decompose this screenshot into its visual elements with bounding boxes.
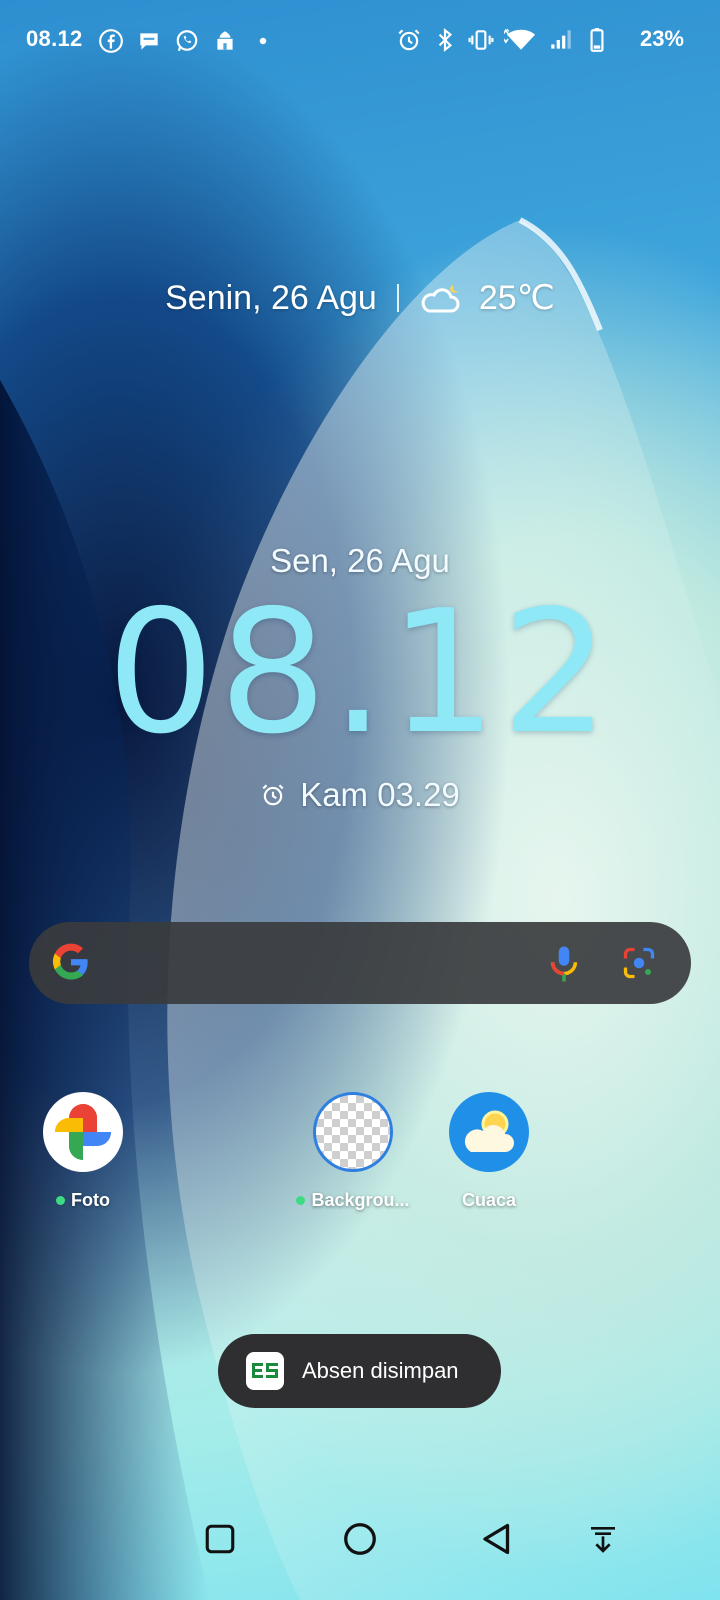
date-text: Senin, 26 Agu bbox=[165, 278, 377, 317]
status-time: 08.12 bbox=[26, 26, 83, 51]
new-indicator-dot bbox=[296, 1196, 306, 1205]
alarm-icon bbox=[398, 29, 420, 51]
next-alarm[interactable]: Kam 03.29 bbox=[0, 776, 720, 814]
partly-cloudy-night-icon bbox=[421, 285, 460, 313]
whatsapp-icon bbox=[176, 30, 198, 52]
toast-text: Absen disimpan bbox=[302, 1358, 459, 1383]
google-photos-icon bbox=[43, 1092, 123, 1172]
divider bbox=[396, 284, 399, 312]
app-background-eraser[interactable]: Backgrou... bbox=[293, 1092, 413, 1211]
pull-down-icon bbox=[591, 1527, 615, 1553]
app-label: Foto bbox=[23, 1190, 143, 1211]
chat-bubble-icon bbox=[140, 33, 158, 50]
circle-icon bbox=[344, 1523, 376, 1555]
wifi-icon bbox=[504, 28, 536, 50]
google-lens-icon[interactable] bbox=[621, 945, 657, 981]
app-name: Backgrou... bbox=[311, 1190, 410, 1210]
home-button[interactable] bbox=[335, 1514, 385, 1564]
google-search-bar[interactable] bbox=[29, 922, 691, 1004]
back-button[interactable] bbox=[472, 1514, 522, 1564]
app-label: Backgrou... bbox=[293, 1190, 413, 1211]
app-name: Foto bbox=[71, 1190, 110, 1210]
es-app-icon bbox=[246, 1352, 284, 1390]
facebook-icon bbox=[99, 29, 123, 53]
toast-message: Absen disimpan bbox=[218, 1334, 501, 1408]
vibrate-icon bbox=[468, 30, 494, 50]
weather-icon bbox=[449, 1092, 529, 1172]
transparent-background-icon bbox=[313, 1092, 393, 1172]
microphone-icon[interactable] bbox=[543, 943, 585, 985]
temperature-text: 25℃ bbox=[478, 279, 555, 317]
alarm-icon bbox=[262, 784, 284, 806]
system-icons bbox=[396, 27, 610, 53]
square-icon bbox=[205, 1524, 235, 1554]
clock-time[interactable]: 08.12 bbox=[0, 588, 720, 758]
date-weather-widget[interactable]: Senin, 26 Agu 25℃ bbox=[0, 278, 720, 318]
notification-icons bbox=[98, 28, 276, 54]
notification-pull-button[interactable] bbox=[578, 1514, 628, 1564]
navigation-bar bbox=[0, 1490, 720, 1600]
back-triangle-icon bbox=[483, 1523, 510, 1555]
next-alarm-text: Kam 03.29 bbox=[300, 776, 460, 813]
status-bar[interactable]: 08.12 23% bbox=[0, 0, 720, 82]
app-label: Cuaca bbox=[429, 1190, 549, 1211]
mosque-icon bbox=[217, 31, 233, 50]
battery-percent: 23% bbox=[639, 26, 684, 51]
app-name: Cuaca bbox=[461, 1190, 517, 1210]
recent-apps-button[interactable] bbox=[195, 1514, 245, 1564]
app-cuaca[interactable]: Cuaca bbox=[429, 1092, 549, 1211]
signal-icon bbox=[551, 30, 571, 49]
bluetooth-icon bbox=[438, 27, 453, 53]
dot-icon bbox=[259, 37, 267, 45]
google-g-icon[interactable] bbox=[51, 942, 91, 982]
app-foto[interactable]: Foto bbox=[23, 1092, 143, 1211]
battery-icon bbox=[590, 28, 604, 52]
new-indicator-dot bbox=[56, 1196, 65, 1205]
